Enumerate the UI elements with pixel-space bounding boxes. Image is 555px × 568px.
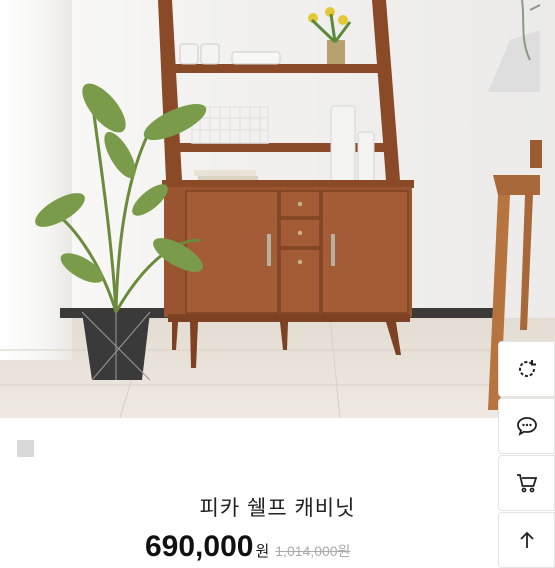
arrow-up-icon (519, 531, 534, 548)
chat-icon (516, 417, 537, 436)
product-illustration (0, 0, 555, 418)
chat-button[interactable] (498, 398, 555, 454)
product-title: 피카 쉘프 캐비닛 (199, 497, 356, 520)
thumbnail-indicator[interactable] (17, 440, 34, 457)
product-image[interactable] (0, 0, 555, 418)
cart-icon (516, 474, 537, 493)
refresh-icon (518, 360, 536, 377)
scroll-top-button[interactable] (498, 512, 555, 568)
sale-price: 690,000 (145, 530, 254, 563)
price-row: 690,000 원 1,014,000원 (145, 530, 350, 564)
original-price: 1,014,000원 (275, 543, 351, 559)
cabinet (162, 180, 414, 368)
price-unit: 원 (255, 543, 270, 560)
refresh-button[interactable] (498, 341, 555, 397)
cart-button[interactable] (498, 455, 555, 511)
